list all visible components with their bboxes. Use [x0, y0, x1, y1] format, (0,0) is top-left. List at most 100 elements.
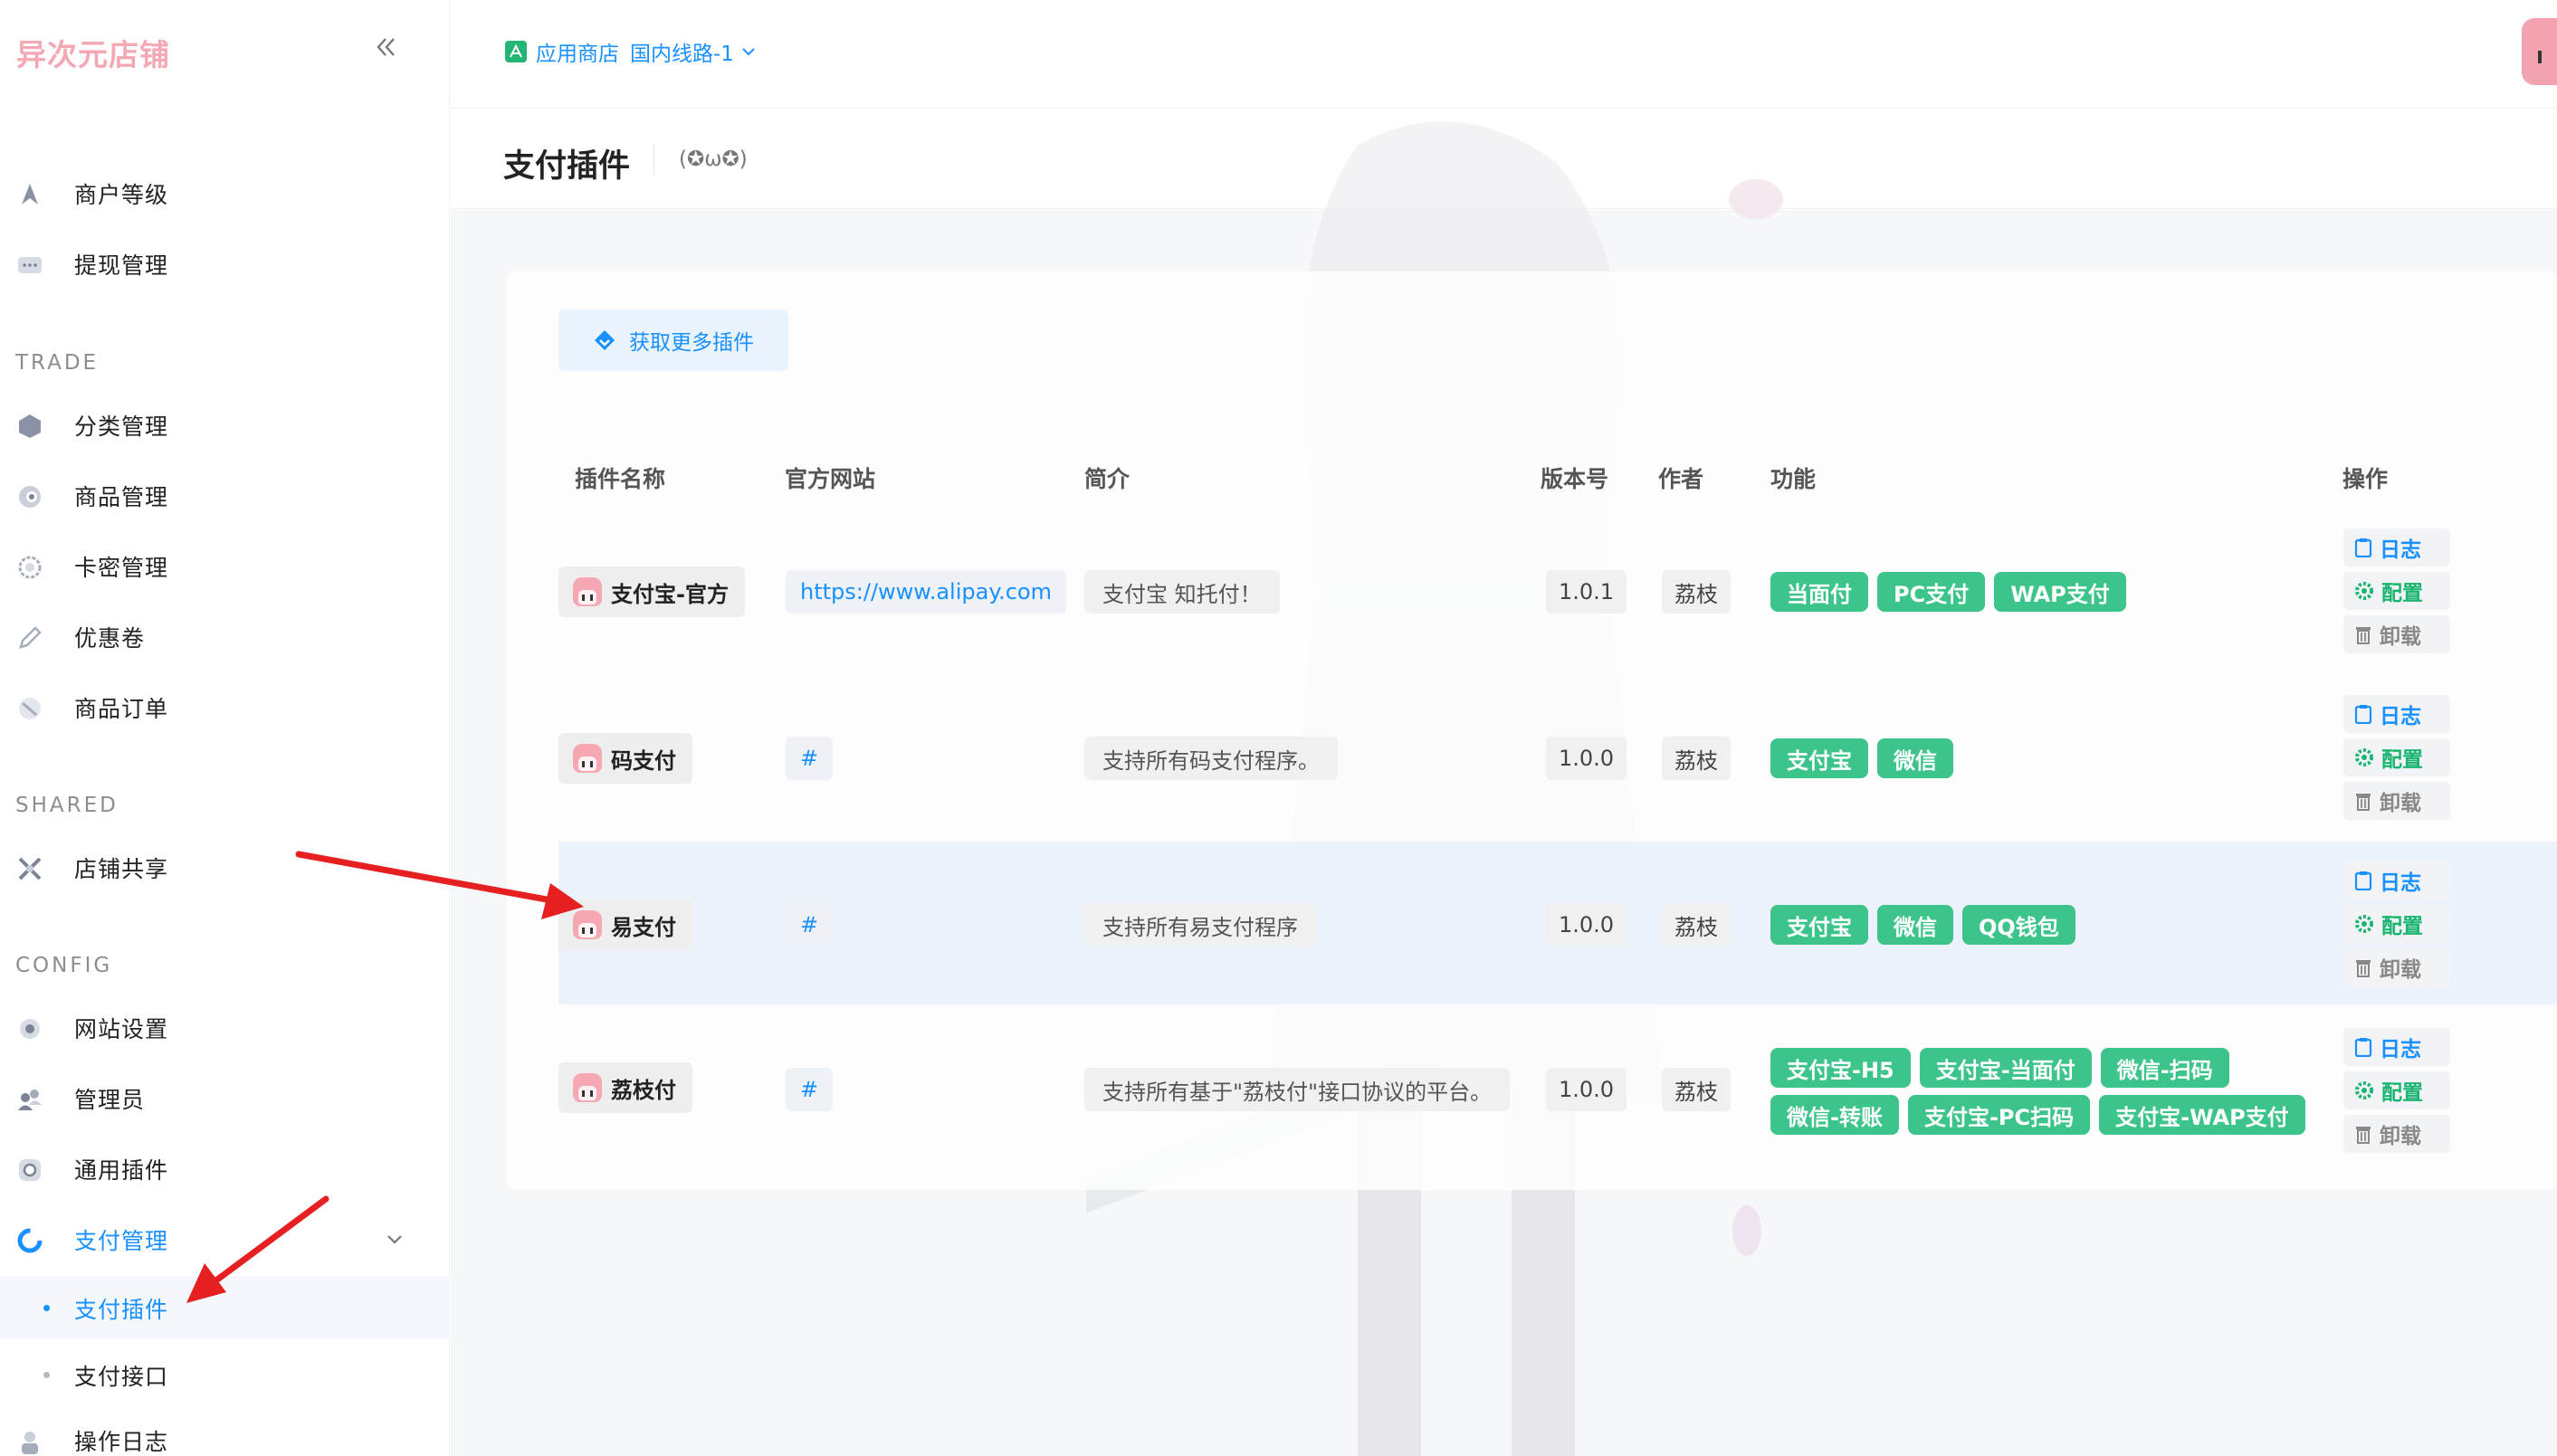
plugin-name-chip: 码支付	[558, 733, 692, 784]
config-button[interactable]: 配置	[2343, 1071, 2450, 1109]
brand-logo[interactable]: 异次元店铺	[16, 31, 170, 74]
col-header-desc: 简介	[1084, 466, 1131, 492]
sidebar-item-card-keys[interactable]: 卡密管理	[0, 538, 450, 595]
sidebar-item-category[interactable]: 分类管理	[0, 396, 450, 454]
sidebar-item-operation-log[interactable]: 操作日志	[0, 1412, 450, 1456]
log-icon	[16, 1428, 43, 1455]
plugin-features: 支付宝-H5 支付宝-当面付 微信-扫码 微信-转账 支付宝-PC扫码 支付宝-…	[1770, 1048, 2314, 1135]
get-more-plugins-label: 获取更多插件	[629, 331, 754, 355]
plugin-features: 支付宝 微信	[1770, 738, 2314, 778]
feature-tag: 支付宝-当面付	[1919, 1048, 2092, 1088]
plugin-author: 荔枝	[1662, 737, 1731, 780]
plugin-site-link[interactable]: https://www.alipay.com	[786, 570, 1066, 614]
plugin-name-chip: 支付宝-官方	[558, 566, 745, 617]
chevron-down-icon	[742, 48, 755, 56]
sidebar-item-label: 通用插件	[74, 1157, 169, 1184]
plugin-site-link[interactable]: #	[786, 737, 834, 780]
cloud-download-icon	[595, 330, 615, 350]
app-store-label: 应用商店	[536, 43, 619, 66]
plugin-site-link[interactable]: #	[786, 1068, 834, 1111]
sidebar-item-products[interactable]: 商品管理	[0, 467, 450, 525]
user-avatar[interactable]	[2522, 18, 2557, 85]
plugin-site-link[interactable]: #	[786, 903, 834, 947]
feature-tag: 微信	[1877, 905, 1953, 945]
config-button[interactable]: 配置	[2343, 738, 2450, 776]
sidebar-item-plugins[interactable]: 通用插件	[0, 1140, 450, 1198]
gear-icon	[2355, 915, 2373, 933]
plugin-version: 1.0.0	[1546, 1068, 1627, 1111]
sidebar-item-label: 管理员	[74, 1087, 146, 1113]
sidebar-item-label: 商品订单	[74, 696, 169, 722]
plugin-author: 荔枝	[1662, 903, 1731, 947]
uninstall-button[interactable]: 卸载	[2343, 1115, 2450, 1153]
sidebar-item-payment[interactable]: 支付管理	[0, 1211, 450, 1269]
double-chevron-left-icon	[377, 38, 395, 56]
feature-tag: QQ钱包	[1962, 905, 2075, 945]
plugin-name: 荔枝付	[611, 1077, 676, 1103]
config-button[interactable]: 配置	[2343, 905, 2450, 943]
plugin-name-chip: 荔枝付	[558, 1062, 692, 1113]
feature-tag: 支付宝	[1770, 905, 1868, 945]
route-select[interactable]: 国内线路-1	[630, 36, 734, 67]
sidebar-item-orders[interactable]: 商品订单	[0, 679, 450, 737]
uninstall-button[interactable]: 卸载	[2343, 615, 2450, 653]
uninstall-button[interactable]: 卸载	[2343, 782, 2450, 820]
log-button[interactable]: 日志	[2343, 861, 2450, 899]
feature-tag: 当面付	[1770, 572, 1868, 612]
log-label: 日志	[2380, 871, 2421, 895]
sidebar-subitem-label: 支付接口	[74, 1364, 169, 1390]
sidebar-item-label: 卡密管理	[74, 555, 169, 581]
chevron-down-icon[interactable]	[384, 1229, 405, 1251]
feature-tag: 支付宝-WAP支付	[2099, 1095, 2305, 1135]
uninstall-button[interactable]: 卸载	[2343, 948, 2450, 986]
log-button[interactable]: 日志	[2343, 528, 2450, 566]
gear-icon	[2355, 748, 2373, 766]
plugin-avatar-icon	[573, 910, 602, 939]
page-title: 支付插件	[503, 148, 631, 185]
plugin-actions: 日志 配置 卸载	[2343, 1028, 2452, 1158]
log-button[interactable]: 日志	[2343, 1028, 2450, 1066]
plugin-avatar-icon	[573, 744, 602, 773]
sidebar-subitem-payment-gateways[interactable]: 支付接口	[0, 1343, 450, 1406]
log-button[interactable]: 日志	[2343, 695, 2450, 733]
bullet-dot	[43, 1372, 50, 1378]
config-button[interactable]: 配置	[2343, 572, 2450, 610]
feature-tag: PC支付	[1877, 572, 1986, 612]
app-root: 异次元店铺 商户等级 提现管理 TRADE 分类管理 商品管理 卡密管理 优惠卷…	[0, 0, 2557, 1456]
trash-icon	[2356, 960, 2371, 977]
sidebar-item-coupons[interactable]: 优惠卷	[0, 608, 450, 666]
feature-tag: 微信-转账	[1770, 1095, 1899, 1135]
sidebar-subitem-payment-plugins[interactable]: 支付插件	[0, 1276, 450, 1339]
col-header-features: 功能	[1770, 466, 1817, 492]
col-header-actions: 操作	[2342, 466, 2389, 492]
plugin-description: 支持所有码支付程序。	[1084, 737, 1338, 780]
trash-icon	[2356, 627, 2371, 644]
star-icon	[16, 181, 43, 208]
section-title-shared: SHARED	[15, 794, 119, 817]
collapse-sidebar-button[interactable]	[366, 27, 405, 67]
col-header-author: 作者	[1658, 466, 1704, 492]
sidebar-item-admins[interactable]: 管理员	[0, 1070, 450, 1128]
share-icon	[16, 855, 43, 882]
col-header-name: 插件名称	[575, 466, 666, 492]
clipboard-icon	[2354, 1038, 2372, 1057]
sidebar-item-label: 商品管理	[74, 484, 169, 510]
config-label: 配置	[2381, 1081, 2423, 1105]
sidebar-item-label: 优惠卷	[74, 625, 146, 652]
app-store-link[interactable]: 应用商店 国内线路-1	[505, 36, 758, 67]
get-more-plugins-button[interactable]: 获取更多插件	[558, 309, 788, 371]
feature-tag: WAP支付	[1994, 572, 2126, 612]
uninstall-label: 卸载	[2380, 625, 2421, 649]
sidebar-item-merchant-level[interactable]: 商户等级	[0, 165, 450, 223]
sidebar-item-site-settings[interactable]: 网站设置	[0, 999, 450, 1057]
sidebar-item-label: 分类管理	[74, 414, 169, 440]
sidebar-item-withdraw[interactable]: 提现管理	[0, 235, 450, 293]
feature-tag: 微信	[1877, 738, 1953, 778]
plugin-features: 当面付 PC支付 WAP支付	[1770, 572, 2314, 612]
gear-icon	[2355, 582, 2373, 600]
sidebar-item-shop-share[interactable]: 店铺共享	[0, 839, 450, 897]
sidebar-item-label: 商户等级	[74, 182, 169, 208]
log-label: 日志	[2380, 705, 2421, 728]
section-title-trade: TRADE	[15, 351, 100, 375]
feature-tag: 支付宝-H5	[1770, 1048, 1911, 1088]
